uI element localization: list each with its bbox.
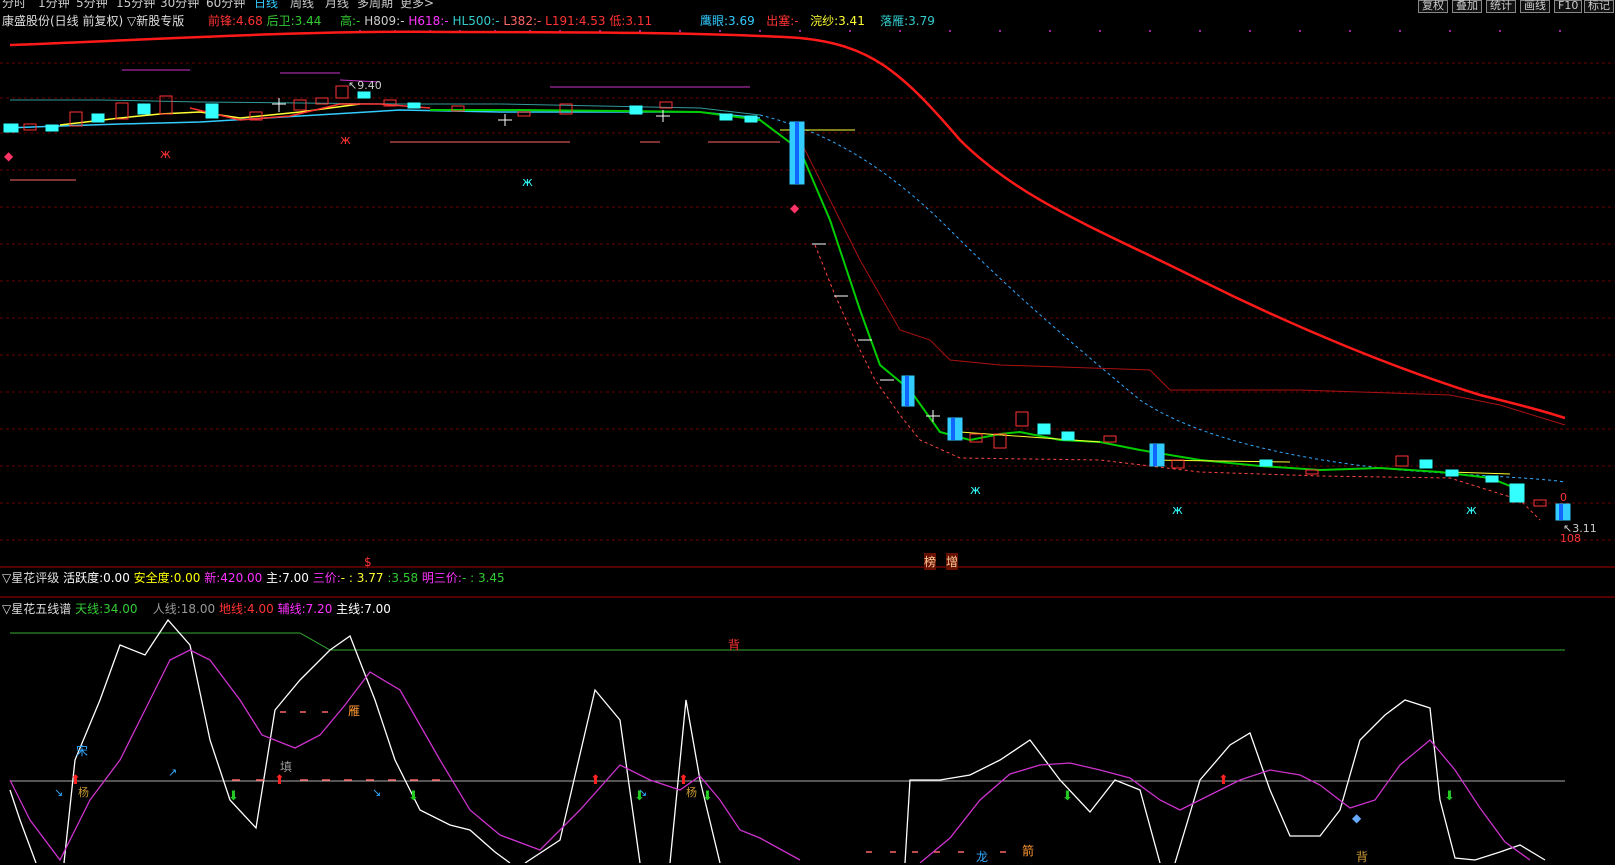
sanjia-value: - : 3.77 — [340, 571, 384, 585]
yan-marker: 雁 — [348, 704, 361, 718]
bang-marker: 榜 — [924, 553, 937, 570]
down-right-arrow-icon: ↘ — [372, 786, 381, 799]
butterfly-icon: ж — [1172, 503, 1183, 517]
renxian-label: 人线: — [152, 602, 181, 616]
dixian-value: 4.00 — [247, 602, 274, 616]
up-arrow-icon: ⬆ — [590, 773, 601, 788]
anquan-value: 0.00 — [173, 571, 201, 585]
blue-dashed-line — [759, 114, 1566, 483]
zhuxian-value: 7.00 — [364, 602, 391, 616]
down-arrow-icon: ⬇ — [408, 789, 419, 804]
up-right-arrow-icon: ↗ — [168, 766, 177, 779]
tianxian-value: 34.00 — [103, 602, 138, 616]
up-arrow-icon: ⬆ — [1218, 773, 1229, 788]
butterfly-icon: ж — [340, 133, 351, 147]
song-marker: 宋 — [76, 744, 89, 758]
butterfly-icon: ж — [160, 147, 171, 161]
count-label: 108 — [1560, 532, 1581, 545]
dash-markers — [232, 711, 1006, 853]
up-arrow-icon: ⬆ — [274, 773, 285, 788]
diamond-icon: ◆ — [4, 149, 14, 163]
zero-label: 0 — [1560, 491, 1567, 504]
zhu-label: 主: — [266, 571, 283, 585]
tianxian-line-2 — [299, 632, 1565, 651]
yang-marker-2: 杨 — [686, 786, 697, 799]
dark-red-line — [799, 139, 1566, 426]
level-lines — [122, 69, 750, 88]
huoyue-value: 0.00 — [103, 571, 130, 585]
red-levels — [10, 141, 780, 181]
rating-panel-title[interactable]: ▽星花评级 — [2, 571, 59, 585]
mingsanjia-label: 明三价: — [421, 571, 462, 585]
staff-panel-title[interactable]: ▽星花五线谱 — [2, 602, 71, 616]
fuxian-label: 辅线: — [277, 602, 306, 616]
rating-panel-header: ▽星花评级 活跃度:0.00 安全度:0.00 新:420.00 主:7.00 … — [2, 569, 505, 586]
mingsanjia-value: - : 3.45 — [461, 571, 505, 585]
butterfly-icon: ж — [970, 483, 981, 497]
sanjia2-value: 3.58 — [391, 571, 419, 585]
xin-value: 420.00 — [220, 571, 263, 585]
xin-label: 新: — [204, 571, 221, 585]
price-chart[interactable]: ◆ ж ж ж ◆ ж ж ж ⬆ ⬆ ⬆ ⬆ ⬆ ⬇ ⬇ ⬇ ⬇ ⬇ ⬇ ↘ … — [0, 0, 1615, 863]
huoyue-label: 活跃度: — [63, 571, 104, 585]
down-arrow-icon: ⬇ — [702, 789, 713, 804]
anquan-label: 安全度: — [133, 571, 174, 585]
signal-icons: ◆ ж ж ж ◆ ж ж ж — [4, 133, 1477, 517]
jian-marker: 箭 — [1022, 844, 1035, 858]
doji-marks — [272, 98, 940, 422]
fuxian-line — [9, 649, 1531, 863]
zhu-value: 7.00 — [282, 571, 309, 585]
red-dashed-decline — [814, 244, 1541, 521]
sanjia-label: 三价: — [312, 571, 341, 585]
down-arrow-icon: ⬇ — [1444, 789, 1455, 804]
zeng-marker: 增 — [946, 553, 959, 570]
tianxian-label: 天线: — [75, 602, 104, 616]
butterfly-icon: ж — [1466, 503, 1477, 517]
zhuxian-line — [9, 618, 1546, 863]
down-right-arrow-icon: ↘ — [638, 786, 647, 799]
long-ma-line — [9, 30, 1566, 420]
yellow-levels — [780, 129, 1511, 475]
renxian-value: 18.00 — [180, 602, 216, 616]
staff-panel-header: ▽星花五线谱 天线:34.00 人线:18.00 地线:4.00 辅线:7.20… — [2, 600, 391, 617]
bei-marker-2: 背 — [1356, 850, 1369, 864]
bei-marker: 背 — [728, 638, 741, 652]
down-arrow-icon: ⬇ — [228, 789, 239, 804]
yang-marker: 杨 — [78, 786, 89, 799]
zhuxian-label: 主线: — [336, 602, 365, 616]
dixian-label: 地线: — [218, 602, 248, 616]
dollar-marker: $ — [364, 555, 372, 569]
butterfly-icon: ж — [522, 175, 533, 189]
down-arrow-icon: ⬇ — [1062, 789, 1073, 804]
diamond-icon: ◆ — [1352, 811, 1362, 825]
tian-marker: 填 — [280, 760, 293, 774]
fuxian-value: 7.20 — [305, 602, 333, 616]
down-right-arrow-icon: ↘ — [54, 786, 63, 799]
long-marker: 龙 — [976, 850, 989, 864]
price-high-label: ↖9.40 — [348, 79, 382, 92]
diamond-icon: ◆ — [790, 201, 800, 215]
candles — [3, 85, 1571, 521]
